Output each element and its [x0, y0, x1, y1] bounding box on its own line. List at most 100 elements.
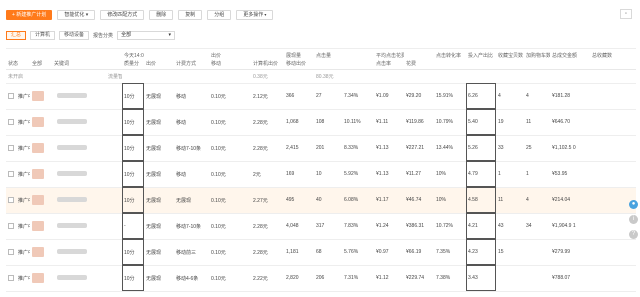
header-cell[interactable] — [434, 59, 466, 70]
clicks-cell: 40 — [314, 187, 342, 214]
keyword-cell[interactable] — [52, 135, 106, 162]
keyword-cell[interactable] — [52, 265, 106, 292]
header-top-cell — [342, 49, 374, 59]
cvr-cell: 15.91% — [434, 83, 466, 110]
summary-chip[interactable]: 汇总 — [6, 30, 27, 40]
group-button[interactable]: 分组 — [207, 9, 232, 20]
cvr-cell: 10% — [434, 187, 466, 214]
cvr-cell: 7.35% — [434, 239, 466, 266]
pc-bid-cell[interactable]: 0.10元 — [209, 187, 251, 214]
table-row[interactable]: 推广中 10分无展现移动0.10元2.12元366277.34%¥1.09¥29.… — [6, 83, 636, 110]
header-cell[interactable]: 全部 — [30, 59, 52, 70]
table-row[interactable]: 推广中10分无展现移动0.10元2元169105.92%¥1.13¥11.271… — [6, 161, 636, 188]
header-cell[interactable]: 移动 — [209, 59, 251, 70]
summary-cell — [209, 69, 251, 84]
bid-position-cell[interactable]: 移动4-6条 — [174, 265, 209, 292]
cart-cell: 1 — [524, 161, 550, 188]
header-cell[interactable]: 质量分 — [122, 59, 144, 70]
mobile-bid-cell[interactable]: 2元 — [251, 161, 284, 188]
table-row[interactable]: 推广中 10分无展现移动4-6条0.10元2.22元2,8202067.31%¥1… — [6, 265, 636, 292]
header-cell[interactable] — [496, 59, 524, 70]
mobile-chip[interactable]: 移动设备 — [59, 30, 90, 40]
product-thumbnail — [32, 91, 44, 101]
header-cell[interactable] — [590, 59, 636, 70]
keyword-cell[interactable] — [52, 109, 106, 136]
table-row[interactable]: 推广中 10分无展现移动0.10元2.28元1,06810810.11%¥1.11… — [6, 109, 636, 136]
cpc-cell: ¥1.24 — [374, 213, 404, 240]
pc-chip[interactable]: 计算机 — [30, 30, 56, 40]
copy-button[interactable]: 复制 — [178, 9, 203, 20]
pc-bid-cell[interactable]: 0.10元 — [209, 265, 251, 292]
cart-cell: 34 — [524, 213, 550, 240]
bid-position-cell[interactable]: 移动7-10条 — [174, 213, 209, 240]
header-cell[interactable] — [466, 59, 496, 70]
bid-position-cell[interactable]: 移动7-10条 — [174, 135, 209, 162]
bid-position-cell[interactable]: 移动 — [174, 109, 209, 136]
help-icon[interactable]: ? — [629, 230, 638, 239]
impressions-cell: 495 — [284, 187, 314, 214]
cvr-cell: 10.79% — [434, 109, 466, 136]
bid-position-cell[interactable]: 移动 — [174, 83, 209, 110]
edit-match-button[interactable]: 修改匹配方式 — [100, 9, 145, 20]
bid-position-cell[interactable]: 无展现 — [174, 187, 209, 214]
mobile-bid-cell[interactable]: 2.28元 — [251, 109, 284, 136]
keyword-cell[interactable] — [52, 161, 106, 188]
product-image-cell — [30, 135, 52, 162]
keyword-cell[interactable] — [52, 83, 106, 110]
pc-bid-cell[interactable]: 0.10元 — [209, 239, 251, 266]
header-cell[interactable] — [524, 59, 550, 70]
pc-bid-cell[interactable]: 0.10元 — [209, 83, 251, 110]
mobile-bid-cell[interactable]: 2.28元 — [251, 239, 284, 266]
table-row[interactable]: 推广中 -无展现移动7-10条0.10元2.28元4,0483177.83%¥1.… — [6, 213, 636, 240]
mobile-bid-cell[interactable]: 2.27元 — [251, 187, 284, 214]
status-cell: 推广中 — [6, 213, 30, 240]
clicks-cell: 201 — [314, 135, 342, 162]
header-cell[interactable] — [550, 59, 590, 70]
header-cell[interactable]: 点击率 — [374, 59, 404, 70]
info-icon[interactable]: i — [629, 215, 638, 224]
header-cell[interactable] — [342, 59, 374, 70]
pc-bid-cell[interactable]: 0.10元 — [209, 161, 251, 188]
table-row[interactable]: 推广中10分无展现无展现0.10元2.27元495406.08%¥1.17¥46… — [6, 187, 636, 214]
header-cell[interactable] — [314, 59, 342, 70]
keyword-cell[interactable] — [52, 239, 106, 266]
header-cell[interactable] — [106, 59, 122, 70]
pc-bid-cell[interactable]: 0.10元 — [209, 109, 251, 136]
summary-cell — [550, 69, 590, 84]
spacer-cell — [106, 213, 122, 240]
header-cell[interactable]: 状态 — [6, 59, 30, 70]
header-top-cell — [251, 49, 284, 59]
amount-cell: ¥1,904.9 1 — [550, 213, 590, 240]
smart-optimize-button[interactable]: 智能优化 ▾ — [57, 9, 96, 20]
mobile-bid-cell[interactable]: 2.28元 — [251, 135, 284, 162]
cart-cell: 25 — [524, 135, 550, 162]
keyword-cell[interactable] — [52, 213, 106, 240]
cost-cell: ¥227.21 — [404, 135, 434, 162]
bid-position-cell[interactable]: 移动 — [174, 161, 209, 188]
floating-tools: ● i ? — [629, 200, 638, 239]
header-cell[interactable]: 花费 — [404, 59, 434, 70]
chat-icon[interactable]: ● — [629, 200, 638, 209]
quality-score-cell: 10分 — [122, 239, 144, 266]
mobile-bid-cell[interactable]: 2.22元 — [251, 265, 284, 292]
more-actions-button[interactable]: 更多操作 — [236, 9, 274, 20]
mobile-bid-cell[interactable]: 2.12元 — [251, 83, 284, 110]
bid-position-cell[interactable]: 移动前三 — [174, 239, 209, 266]
delete-button[interactable]: 删除 — [149, 9, 174, 20]
header-cell[interactable]: 移动出价 — [284, 59, 314, 70]
pc-bid-cell[interactable]: 0.10元 — [209, 213, 251, 240]
header-cell[interactable]: 计算机出价 — [251, 59, 284, 70]
keyword-cell[interactable] — [52, 187, 106, 214]
status-cell: 推广中 — [6, 161, 30, 188]
settings-icon[interactable]: ▫ — [620, 9, 632, 19]
mobile-bid-cell[interactable]: 2.28元 — [251, 213, 284, 240]
header-cell[interactable]: 计费方式 — [174, 59, 209, 70]
new-campaign-button[interactable]: + 新建推广计划 — [6, 9, 53, 20]
table-row[interactable]: 推广中 10分无展现移动前三0.10元2.28元1,181685.76%¥0.97… — [6, 239, 636, 266]
header-cell[interactable]: 关键词 — [52, 59, 106, 70]
filter-select[interactable]: 全部 ▾ — [117, 30, 176, 40]
header-cell[interactable]: 出价 — [144, 59, 174, 70]
pc-bid-cell[interactable]: 0.10元 — [209, 135, 251, 162]
table-row[interactable]: 推广中10分无展现移动7-10条0.10元2.28元2,4152018.33%¥… — [6, 135, 636, 162]
product-thumbnail — [32, 169, 44, 179]
